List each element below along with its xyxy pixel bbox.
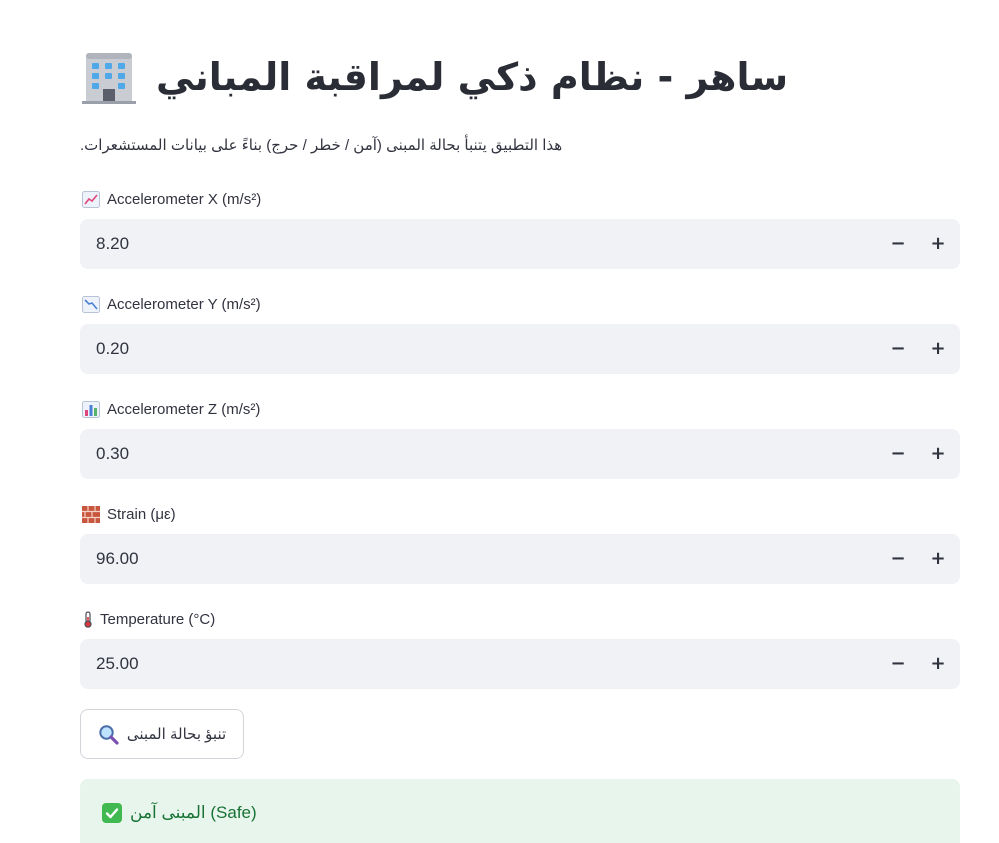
input-value[interactable]: 96.00 (96, 534, 139, 584)
decrement-button[interactable]: − (878, 429, 918, 479)
accelerometer-z-label: Accelerometer Z (m/s²) (82, 398, 260, 420)
decrement-button[interactable]: − (878, 324, 918, 374)
accelerometer-y-input[interactable]: 0.20 − + (80, 324, 960, 374)
result-alert: المبنى آمن (Safe) (80, 779, 960, 843)
accelerometer-x-input[interactable]: 8.20 − + (80, 219, 960, 269)
chart-decreasing-icon (82, 295, 100, 313)
field-label-text: Strain (με) (107, 505, 176, 523)
strain-input[interactable]: 96.00 − + (80, 534, 960, 584)
increment-button[interactable]: + (918, 534, 958, 584)
brick-icon (82, 505, 100, 523)
predict-button[interactable]: تنبؤ بحالة المبنى (80, 709, 244, 759)
office-building-icon (82, 53, 136, 104)
accelerometer-y-label: Accelerometer Y (m/s²) (82, 293, 261, 315)
predict-button-label: تنبؤ بحالة المبنى (126, 726, 227, 743)
accelerometer-x-label: Accelerometer X (m/s²) (82, 188, 261, 210)
decrement-button[interactable]: − (878, 219, 918, 269)
accelerometer-z-input[interactable]: 0.30 − + (80, 429, 960, 479)
field-label-text: Accelerometer Y (m/s²) (107, 295, 261, 313)
field-label-text: Temperature (°C) (100, 610, 216, 628)
increment-button[interactable]: + (918, 324, 958, 374)
temperature-label: Temperature (°C) (82, 608, 215, 630)
decrement-button[interactable]: − (878, 639, 918, 689)
input-value[interactable]: 0.30 (96, 429, 129, 479)
bar-chart-icon (82, 400, 100, 418)
decrement-button[interactable]: − (878, 534, 918, 584)
page-description: .هذا التطبيق يتنبأ بحالة المبنى (آمن / خ… (80, 137, 563, 154)
page-header: ساهر - نظام ذكي لمراقبة المباني (80, 46, 788, 108)
increment-button[interactable]: + (918, 219, 958, 269)
input-value[interactable]: 0.20 (96, 324, 129, 374)
field-label-text: Accelerometer X (m/s²) (107, 190, 262, 208)
page-title: ساهر - نظام ذكي لمراقبة المباني (156, 55, 789, 99)
field-label-text: Accelerometer Z (m/s²) (107, 400, 261, 418)
check-mark-icon (102, 803, 122, 823)
result-status-text: المبنى آمن (Safe) (130, 803, 257, 822)
strain-label: Strain (με) (82, 503, 176, 525)
input-value[interactable]: 8.20 (96, 219, 129, 269)
magnifier-icon (99, 724, 119, 745)
increment-button[interactable]: + (918, 639, 958, 689)
thermometer-icon (84, 610, 92, 628)
result-content: المبنى آمن (Safe) (102, 801, 257, 825)
input-value[interactable]: 25.00 (96, 639, 139, 689)
temperature-input[interactable]: 25.00 − + (80, 639, 960, 689)
chart-increasing-icon (82, 190, 100, 208)
app-page: ساهر - نظام ذكي لمراقبة المباني .هذا الت… (0, 0, 999, 843)
increment-button[interactable]: + (918, 429, 958, 479)
